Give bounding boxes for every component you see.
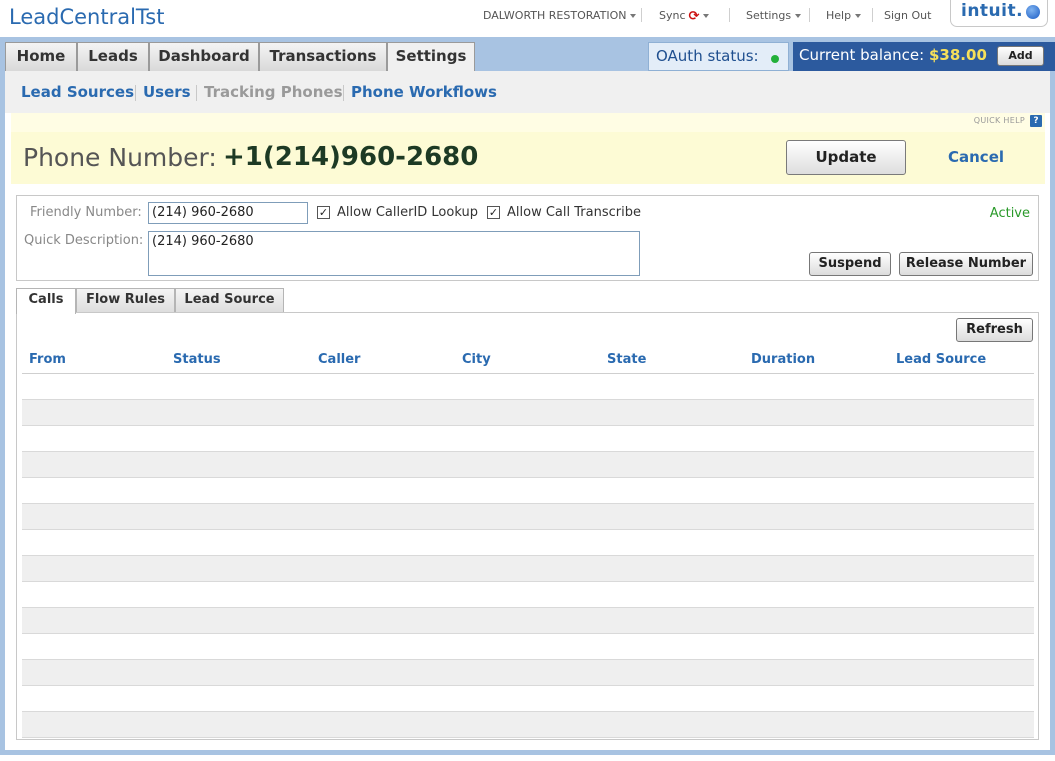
tab-leads[interactable]: Leads xyxy=(77,42,149,71)
separator xyxy=(809,8,810,22)
help-icon[interactable]: ? xyxy=(1030,115,1042,127)
settings-subnav: Lead Sources Users Tracking Phones Phone… xyxy=(5,71,1050,113)
tab-home[interactable]: Home xyxy=(5,42,77,71)
update-button[interactable]: Update xyxy=(786,140,906,175)
quick-help-label[interactable]: QUICK HELP xyxy=(974,116,1025,125)
chevron-down-icon xyxy=(703,14,710,18)
quick-description-textarea[interactable]: (214) 960-2680 xyxy=(148,231,640,276)
tab-flow-rules[interactable]: Flow Rules xyxy=(76,288,175,312)
balance-amount: $38.00 xyxy=(929,46,987,64)
table-row xyxy=(22,660,1034,686)
chevron-down-icon xyxy=(795,14,802,18)
app-title: LeadCentralTst xyxy=(9,5,165,29)
tab-transactions[interactable]: Transactions xyxy=(259,42,387,71)
friendly-number-label: Friendly Number: xyxy=(30,205,142,220)
sync-menu[interactable]: Sync ⟳ xyxy=(659,9,710,24)
transcribe-label: Allow Call Transcribe xyxy=(507,205,641,220)
phone-number-value: +1(214)960-2680 xyxy=(223,142,479,172)
subnav-tracking-phones[interactable]: Tracking Phones xyxy=(204,83,343,101)
tab-lead-source[interactable]: Lead Source xyxy=(175,288,284,312)
caller-id-checkbox[interactable]: ✓ xyxy=(317,206,330,219)
settings-menu[interactable]: Settings xyxy=(746,9,802,22)
friendly-number-input[interactable]: (214) 960-2680 xyxy=(148,202,308,224)
calls-panel: Refresh From Status Caller City State Du… xyxy=(16,312,1039,740)
phone-number-label: Phone Number: xyxy=(23,143,217,172)
separator xyxy=(641,8,642,22)
status-dot-icon xyxy=(771,55,779,63)
separator xyxy=(343,85,344,101)
column-header-lead-source[interactable]: Lead Source xyxy=(896,352,986,367)
status-badge: Active xyxy=(989,206,1030,221)
chevron-down-icon xyxy=(630,14,637,18)
caller-id-label: Allow CallerID Lookup xyxy=(337,205,478,220)
oauth-label: OAuth status: xyxy=(656,47,759,65)
table-row xyxy=(22,634,1034,660)
table-row xyxy=(22,712,1034,738)
column-header-status[interactable]: Status xyxy=(173,352,221,367)
column-header-caller[interactable]: Caller xyxy=(318,352,360,367)
sync-label: Sync xyxy=(659,9,686,22)
separator xyxy=(135,85,136,101)
separator xyxy=(872,8,873,22)
tab-calls[interactable]: Calls xyxy=(16,288,76,314)
company-menu[interactable]: DALWORTH RESTORATION xyxy=(483,9,637,22)
cancel-link[interactable]: Cancel xyxy=(948,148,1004,166)
refresh-button[interactable]: Refresh xyxy=(956,318,1033,342)
quick-help-bar: QUICK HELP ? xyxy=(11,113,1045,132)
chevron-down-icon xyxy=(855,14,862,18)
table-row xyxy=(22,582,1034,608)
subnav-users[interactable]: Users xyxy=(143,83,191,101)
intuit-wordmark: intuit. xyxy=(961,1,1024,21)
tab-dashboard[interactable]: Dashboard xyxy=(149,42,259,71)
oauth-status: OAuth status: xyxy=(648,42,789,71)
globe-icon xyxy=(1026,5,1040,19)
table-row xyxy=(22,426,1034,452)
table-row xyxy=(22,530,1034,556)
help-menu[interactable]: Help xyxy=(826,9,862,22)
table-row xyxy=(22,452,1034,478)
add-funds-button[interactable]: Add xyxy=(997,46,1044,66)
sync-icon: ⟳ xyxy=(688,9,700,24)
table-row xyxy=(22,686,1034,712)
release-number-button[interactable]: Release Number xyxy=(899,252,1033,276)
intuit-logo[interactable]: intuit. xyxy=(950,0,1048,27)
tab-settings[interactable]: Settings xyxy=(387,42,475,72)
subnav-lead-sources[interactable]: Lead Sources xyxy=(21,83,134,101)
balance-panel: Current balance: $38.00 Add xyxy=(793,42,1055,71)
table-row xyxy=(22,504,1034,530)
table-row xyxy=(22,478,1034,504)
separator xyxy=(196,85,197,101)
quick-description-label: Quick Description: xyxy=(24,233,144,248)
column-header-state[interactable]: State xyxy=(607,352,646,367)
column-header-duration[interactable]: Duration xyxy=(751,352,815,367)
phone-details-panel: Friendly Number: (214) 960-2680 ✓ Allow … xyxy=(16,195,1039,281)
table-row xyxy=(22,556,1034,582)
sign-out-link[interactable]: Sign Out xyxy=(884,9,931,22)
table-row xyxy=(22,400,1034,426)
transcribe-checkbox[interactable]: ✓ xyxy=(487,206,500,219)
balance-label: Current balance: xyxy=(799,46,925,64)
company-name: DALWORTH RESTORATION xyxy=(483,9,627,22)
subnav-phone-workflows[interactable]: Phone Workflows xyxy=(351,83,497,101)
table-row xyxy=(22,608,1034,634)
top-header: LeadCentralTst DALWORTH RESTORATION Sync… xyxy=(0,0,1055,37)
table-row xyxy=(22,374,1034,400)
column-header-from[interactable]: From xyxy=(29,352,66,367)
phone-header: Phone Number: +1(214)960-2680 Update Can… xyxy=(11,132,1045,184)
help-label: Help xyxy=(826,9,852,22)
suspend-button[interactable]: Suspend xyxy=(809,252,891,276)
column-header-city[interactable]: City xyxy=(462,352,491,367)
settings-label: Settings xyxy=(746,9,792,22)
separator xyxy=(729,8,730,22)
